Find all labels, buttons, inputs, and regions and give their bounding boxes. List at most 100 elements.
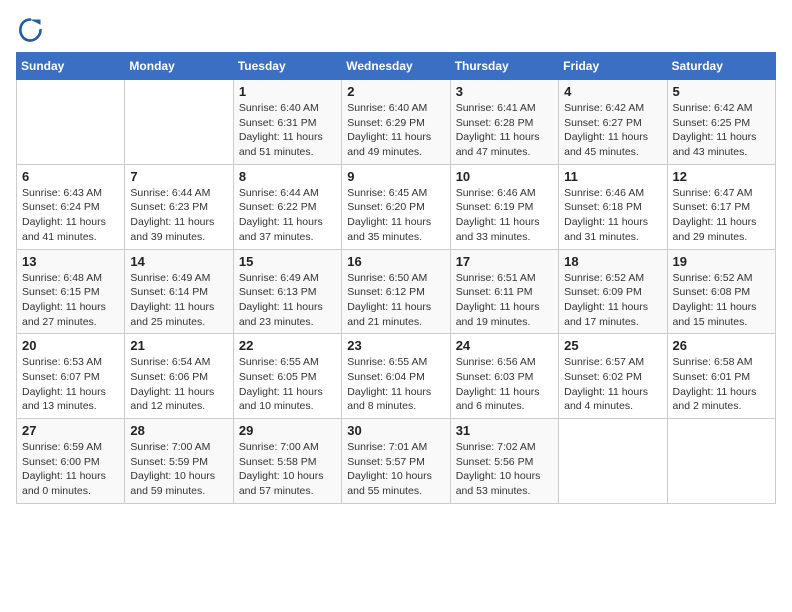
day-info: Sunrise: 6:47 AM Sunset: 6:17 PM Dayligh… xyxy=(673,186,770,245)
day-info: Sunrise: 6:49 AM Sunset: 6:13 PM Dayligh… xyxy=(239,271,336,330)
day-info: Sunrise: 6:42 AM Sunset: 6:27 PM Dayligh… xyxy=(564,101,661,160)
day-info: Sunrise: 6:57 AM Sunset: 6:02 PM Dayligh… xyxy=(564,355,661,414)
day-info: Sunrise: 6:52 AM Sunset: 6:08 PM Dayligh… xyxy=(673,271,770,330)
day-info: Sunrise: 7:02 AM Sunset: 5:56 PM Dayligh… xyxy=(456,440,553,499)
day-info: Sunrise: 6:46 AM Sunset: 6:19 PM Dayligh… xyxy=(456,186,553,245)
calendar-week-row: 20 Sunrise: 6:53 AM Sunset: 6:07 PM Dayl… xyxy=(17,334,776,419)
day-number: 2 xyxy=(347,84,444,99)
calendar-cell: 29 Sunrise: 7:00 AM Sunset: 5:58 PM Dayl… xyxy=(233,419,341,504)
day-of-week-header: Wednesday xyxy=(342,53,450,80)
calendar-cell: 2 Sunrise: 6:40 AM Sunset: 6:29 PM Dayli… xyxy=(342,80,450,165)
calendar-cell: 28 Sunrise: 7:00 AM Sunset: 5:59 PM Dayl… xyxy=(125,419,233,504)
day-number: 1 xyxy=(239,84,336,99)
day-info: Sunrise: 7:00 AM Sunset: 5:58 PM Dayligh… xyxy=(239,440,336,499)
calendar-cell: 21 Sunrise: 6:54 AM Sunset: 6:06 PM Dayl… xyxy=(125,334,233,419)
day-number: 12 xyxy=(673,169,770,184)
calendar-cell: 18 Sunrise: 6:52 AM Sunset: 6:09 PM Dayl… xyxy=(559,249,667,334)
calendar-cell: 19 Sunrise: 6:52 AM Sunset: 6:08 PM Dayl… xyxy=(667,249,775,334)
calendar-cell xyxy=(17,80,125,165)
calendar-cell: 17 Sunrise: 6:51 AM Sunset: 6:11 PM Dayl… xyxy=(450,249,558,334)
calendar-week-row: 6 Sunrise: 6:43 AM Sunset: 6:24 PM Dayli… xyxy=(17,164,776,249)
day-number: 17 xyxy=(456,254,553,269)
day-number: 14 xyxy=(130,254,227,269)
day-number: 30 xyxy=(347,423,444,438)
day-of-week-header: Saturday xyxy=(667,53,775,80)
calendar-cell: 15 Sunrise: 6:49 AM Sunset: 6:13 PM Dayl… xyxy=(233,249,341,334)
calendar-cell: 11 Sunrise: 6:46 AM Sunset: 6:18 PM Dayl… xyxy=(559,164,667,249)
calendar-cell: 23 Sunrise: 6:55 AM Sunset: 6:04 PM Dayl… xyxy=(342,334,450,419)
calendar-cell xyxy=(559,419,667,504)
calendar-table: SundayMondayTuesdayWednesdayThursdayFrid… xyxy=(16,52,776,504)
day-number: 23 xyxy=(347,338,444,353)
day-info: Sunrise: 6:41 AM Sunset: 6:28 PM Dayligh… xyxy=(456,101,553,160)
calendar-cell: 24 Sunrise: 6:56 AM Sunset: 6:03 PM Dayl… xyxy=(450,334,558,419)
day-info: Sunrise: 6:45 AM Sunset: 6:20 PM Dayligh… xyxy=(347,186,444,245)
day-number: 11 xyxy=(564,169,661,184)
day-number: 10 xyxy=(456,169,553,184)
day-number: 20 xyxy=(22,338,119,353)
day-number: 22 xyxy=(239,338,336,353)
day-info: Sunrise: 6:56 AM Sunset: 6:03 PM Dayligh… xyxy=(456,355,553,414)
calendar-cell: 3 Sunrise: 6:41 AM Sunset: 6:28 PM Dayli… xyxy=(450,80,558,165)
day-number: 26 xyxy=(673,338,770,353)
day-info: Sunrise: 6:50 AM Sunset: 6:12 PM Dayligh… xyxy=(347,271,444,330)
calendar-cell: 14 Sunrise: 6:49 AM Sunset: 6:14 PM Dayl… xyxy=(125,249,233,334)
day-number: 4 xyxy=(564,84,661,99)
calendar-cell: 8 Sunrise: 6:44 AM Sunset: 6:22 PM Dayli… xyxy=(233,164,341,249)
day-info: Sunrise: 6:42 AM Sunset: 6:25 PM Dayligh… xyxy=(673,101,770,160)
calendar-cell: 10 Sunrise: 6:46 AM Sunset: 6:19 PM Dayl… xyxy=(450,164,558,249)
day-info: Sunrise: 6:49 AM Sunset: 6:14 PM Dayligh… xyxy=(130,271,227,330)
day-info: Sunrise: 6:51 AM Sunset: 6:11 PM Dayligh… xyxy=(456,271,553,330)
day-of-week-header: Monday xyxy=(125,53,233,80)
day-of-week-header: Sunday xyxy=(17,53,125,80)
day-info: Sunrise: 7:00 AM Sunset: 5:59 PM Dayligh… xyxy=(130,440,227,499)
day-number: 19 xyxy=(673,254,770,269)
day-info: Sunrise: 6:40 AM Sunset: 6:31 PM Dayligh… xyxy=(239,101,336,160)
calendar-cell: 7 Sunrise: 6:44 AM Sunset: 6:23 PM Dayli… xyxy=(125,164,233,249)
calendar-cell: 26 Sunrise: 6:58 AM Sunset: 6:01 PM Dayl… xyxy=(667,334,775,419)
day-info: Sunrise: 6:40 AM Sunset: 6:29 PM Dayligh… xyxy=(347,101,444,160)
day-number: 7 xyxy=(130,169,227,184)
day-number: 8 xyxy=(239,169,336,184)
day-info: Sunrise: 6:58 AM Sunset: 6:01 PM Dayligh… xyxy=(673,355,770,414)
day-info: Sunrise: 7:01 AM Sunset: 5:57 PM Dayligh… xyxy=(347,440,444,499)
calendar-cell: 30 Sunrise: 7:01 AM Sunset: 5:57 PM Dayl… xyxy=(342,419,450,504)
day-number: 25 xyxy=(564,338,661,353)
calendar-cell: 25 Sunrise: 6:57 AM Sunset: 6:02 PM Dayl… xyxy=(559,334,667,419)
day-number: 18 xyxy=(564,254,661,269)
day-number: 21 xyxy=(130,338,227,353)
calendar-week-row: 1 Sunrise: 6:40 AM Sunset: 6:31 PM Dayli… xyxy=(17,80,776,165)
calendar-cell: 16 Sunrise: 6:50 AM Sunset: 6:12 PM Dayl… xyxy=(342,249,450,334)
day-info: Sunrise: 6:46 AM Sunset: 6:18 PM Dayligh… xyxy=(564,186,661,245)
day-number: 9 xyxy=(347,169,444,184)
calendar-week-row: 27 Sunrise: 6:59 AM Sunset: 6:00 PM Dayl… xyxy=(17,419,776,504)
day-of-week-header: Friday xyxy=(559,53,667,80)
day-number: 16 xyxy=(347,254,444,269)
calendar-header-row: SundayMondayTuesdayWednesdayThursdayFrid… xyxy=(17,53,776,80)
day-number: 24 xyxy=(456,338,553,353)
calendar-cell: 4 Sunrise: 6:42 AM Sunset: 6:27 PM Dayli… xyxy=(559,80,667,165)
calendar-cell: 1 Sunrise: 6:40 AM Sunset: 6:31 PM Dayli… xyxy=(233,80,341,165)
day-of-week-header: Thursday xyxy=(450,53,558,80)
day-number: 15 xyxy=(239,254,336,269)
day-of-week-header: Tuesday xyxy=(233,53,341,80)
day-info: Sunrise: 6:48 AM Sunset: 6:15 PM Dayligh… xyxy=(22,271,119,330)
calendar-cell: 31 Sunrise: 7:02 AM Sunset: 5:56 PM Dayl… xyxy=(450,419,558,504)
day-info: Sunrise: 6:44 AM Sunset: 6:22 PM Dayligh… xyxy=(239,186,336,245)
day-number: 29 xyxy=(239,423,336,438)
day-number: 28 xyxy=(130,423,227,438)
day-number: 5 xyxy=(673,84,770,99)
day-number: 31 xyxy=(456,423,553,438)
calendar-cell: 13 Sunrise: 6:48 AM Sunset: 6:15 PM Dayl… xyxy=(17,249,125,334)
calendar-cell: 9 Sunrise: 6:45 AM Sunset: 6:20 PM Dayli… xyxy=(342,164,450,249)
calendar-cell: 22 Sunrise: 6:55 AM Sunset: 6:05 PM Dayl… xyxy=(233,334,341,419)
day-number: 3 xyxy=(456,84,553,99)
calendar-cell: 12 Sunrise: 6:47 AM Sunset: 6:17 PM Dayl… xyxy=(667,164,775,249)
calendar-cell xyxy=(667,419,775,504)
day-info: Sunrise: 6:59 AM Sunset: 6:00 PM Dayligh… xyxy=(22,440,119,499)
page-header xyxy=(16,16,776,44)
day-info: Sunrise: 6:44 AM Sunset: 6:23 PM Dayligh… xyxy=(130,186,227,245)
calendar-cell: 20 Sunrise: 6:53 AM Sunset: 6:07 PM Dayl… xyxy=(17,334,125,419)
calendar-cell xyxy=(125,80,233,165)
day-number: 27 xyxy=(22,423,119,438)
